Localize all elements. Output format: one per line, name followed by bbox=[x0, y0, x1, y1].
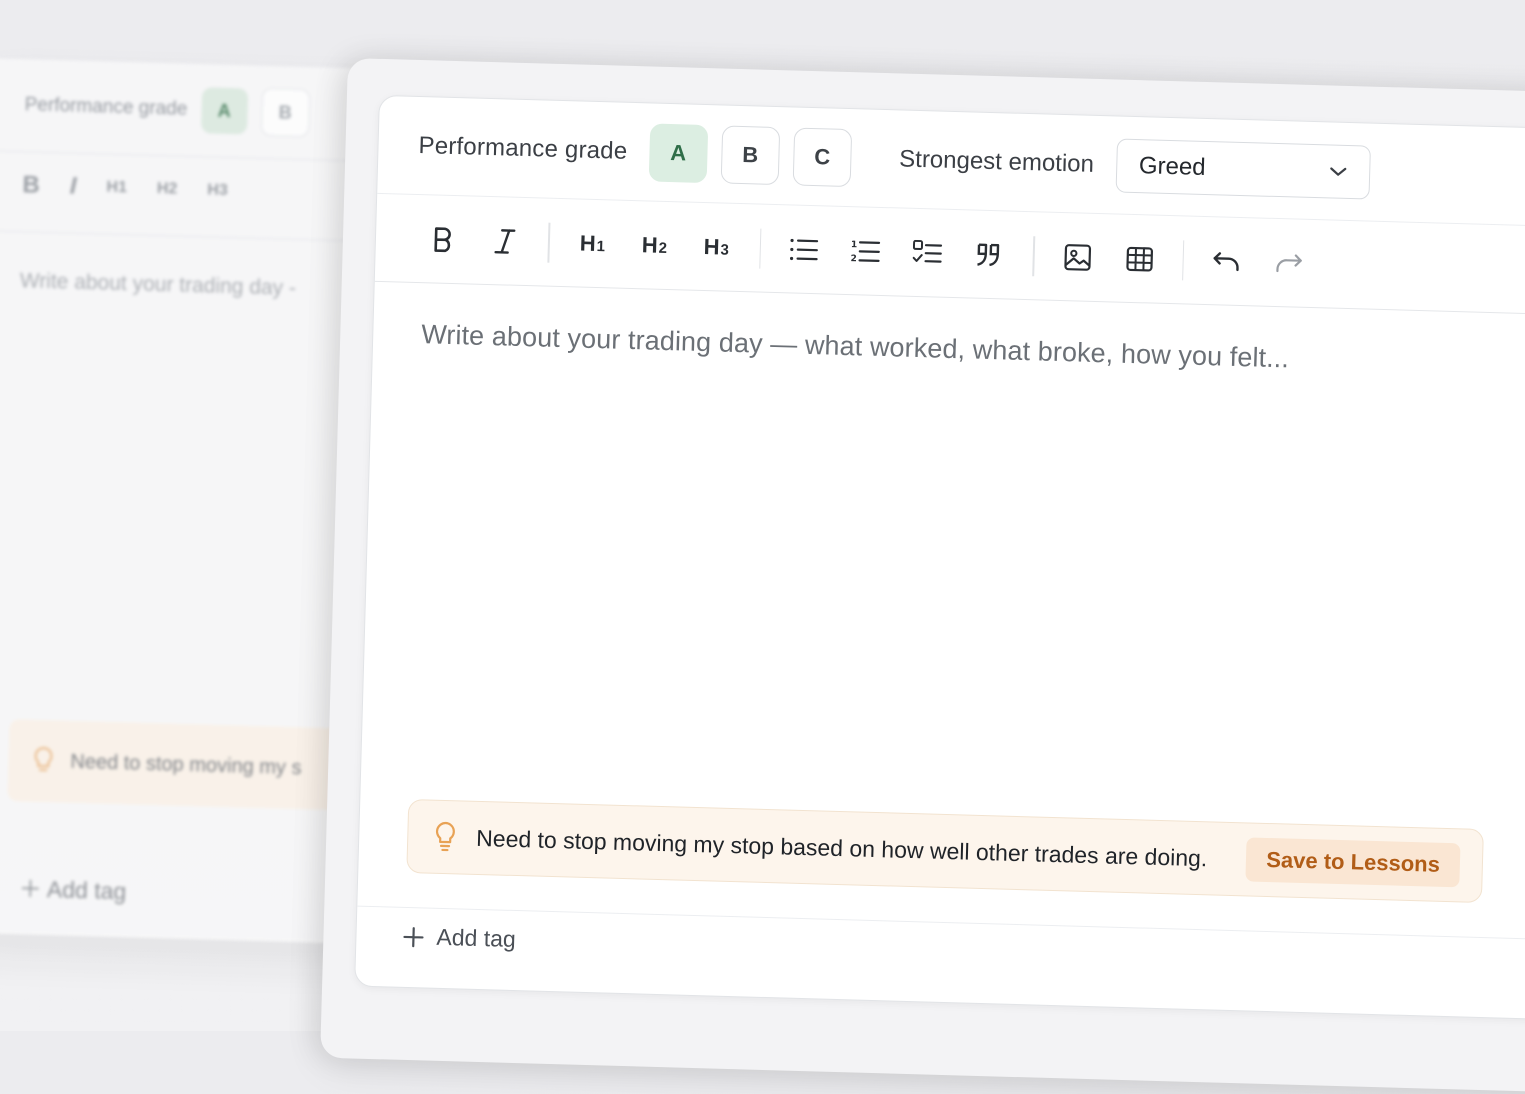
checklist-button[interactable] bbox=[900, 225, 955, 280]
bg-add-tag: ＋ Add tag bbox=[18, 869, 126, 906]
bullet-list-button[interactable] bbox=[776, 222, 831, 277]
heading-3-button[interactable]: H3 bbox=[689, 219, 744, 274]
toolbar-separator bbox=[547, 222, 550, 262]
lesson-text: Need to stop moving my stop based on how… bbox=[476, 824, 1247, 872]
bg-grade-a: A bbox=[201, 87, 248, 134]
bold-button[interactable] bbox=[415, 211, 470, 266]
bg-grade-label: Performance grade bbox=[24, 94, 187, 121]
save-to-lessons-button[interactable]: Save to Lessons bbox=[1246, 837, 1461, 887]
undo-button[interactable] bbox=[1199, 233, 1254, 288]
journal-editor[interactable]: Write about your trading day — what work… bbox=[361, 282, 1525, 796]
redo-button[interactable] bbox=[1261, 235, 1316, 290]
bg-editor: Write about your trading day - bbox=[19, 269, 296, 301]
bg-italic: I bbox=[69, 173, 76, 201]
undo-icon bbox=[1211, 249, 1242, 274]
insert-image-button[interactable] bbox=[1049, 229, 1104, 284]
image-icon bbox=[1063, 243, 1092, 272]
quote-button[interactable] bbox=[962, 227, 1017, 282]
quote-icon bbox=[974, 241, 1005, 268]
h1-sub: 1 bbox=[596, 238, 605, 255]
numbered-list-icon: 1 2 bbox=[850, 238, 881, 265]
toolbar-separator bbox=[1032, 236, 1035, 276]
italic-button[interactable] bbox=[477, 213, 532, 268]
h3-label: H bbox=[703, 234, 720, 260]
h3-sub: 3 bbox=[720, 241, 729, 258]
emotion-select-value: Greed bbox=[1139, 152, 1206, 182]
bg-lightbulb-icon bbox=[32, 746, 55, 777]
add-tag-label: Add tag bbox=[436, 924, 516, 953]
heading-1-button[interactable]: H1 bbox=[565, 216, 620, 271]
bg-grade-row: Performance grade A B bbox=[24, 81, 310, 137]
bg-placeholder: Write about your trading day - bbox=[19, 269, 296, 301]
checklist-icon bbox=[912, 239, 943, 266]
bg-toolbar: B I H1 H2 H3 bbox=[22, 171, 228, 205]
italic-icon bbox=[493, 227, 518, 256]
lesson-suggestion-bar: Need to stop moving my stop based on how… bbox=[406, 799, 1484, 903]
emotion-select[interactable]: Greed bbox=[1115, 138, 1370, 199]
add-tag-button[interactable]: Add tag bbox=[402, 923, 516, 953]
strongest-emotion-label: Strongest emotion bbox=[899, 145, 1094, 178]
bg-divider bbox=[0, 230, 395, 242]
chevron-down-icon bbox=[1329, 165, 1347, 177]
bg-bold: B bbox=[22, 171, 40, 199]
h1-label: H bbox=[579, 230, 596, 256]
bg-divider bbox=[0, 151, 397, 163]
insert-table-button[interactable] bbox=[1111, 231, 1166, 286]
heading-2-button[interactable]: H2 bbox=[627, 217, 682, 272]
table-icon bbox=[1125, 244, 1154, 273]
bg-h1: H1 bbox=[106, 179, 127, 198]
plus-icon bbox=[402, 925, 425, 948]
numbered-list-button[interactable]: 1 2 bbox=[838, 223, 893, 278]
journal-window: Performance grade A B C Strongest emotio… bbox=[320, 58, 1525, 1094]
bg-add-tag-label: Add tag bbox=[47, 876, 127, 904]
h2-label: H bbox=[641, 232, 658, 258]
bg-grade-b: B bbox=[261, 88, 310, 137]
footer-divider bbox=[357, 906, 1525, 942]
grade-a-button[interactable]: A bbox=[649, 123, 709, 183]
grade-b-button[interactable]: B bbox=[721, 125, 781, 185]
bg-h3: H3 bbox=[207, 181, 228, 200]
bold-icon bbox=[431, 225, 456, 254]
h2-sub: 2 bbox=[658, 240, 667, 257]
svg-text:1: 1 bbox=[851, 240, 858, 250]
voice-input-button[interactable] bbox=[1517, 243, 1525, 298]
svg-text:2: 2 bbox=[850, 254, 857, 264]
toolbar-separator bbox=[759, 228, 762, 268]
bg-lesson-text: Need to stop moving my s bbox=[70, 750, 302, 779]
bullet-list-icon bbox=[788, 236, 819, 263]
grade-c-button[interactable]: C bbox=[792, 127, 852, 187]
redo-icon bbox=[1273, 250, 1304, 275]
editor-placeholder: Write about your trading day — what work… bbox=[421, 319, 1290, 374]
bg-h2: H2 bbox=[157, 180, 178, 199]
journal-entry-card: Performance grade A B C Strongest emotio… bbox=[354, 95, 1525, 1021]
performance-grade-label: Performance grade bbox=[418, 132, 628, 166]
lightbulb-icon bbox=[434, 821, 457, 854]
toolbar-separator bbox=[1182, 240, 1185, 280]
